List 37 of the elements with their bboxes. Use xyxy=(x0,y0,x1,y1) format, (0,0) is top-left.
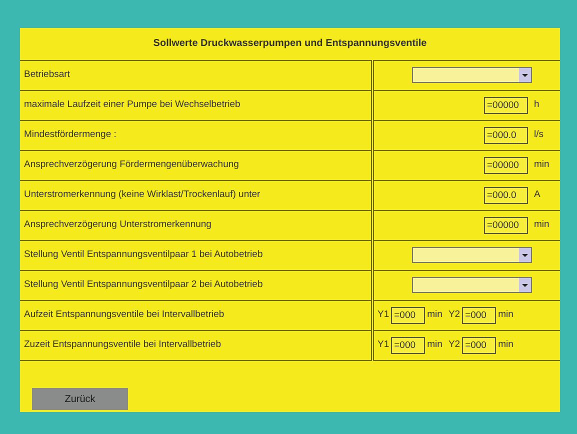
input-field[interactable]: =000 xyxy=(462,336,496,354)
field-label: Stellung Ventil Entspannungsventilpaar 1 bei Autobetrieb xyxy=(24,248,263,260)
dropdown[interactable] xyxy=(412,277,532,293)
interval-label: Y2 xyxy=(448,308,460,322)
unit-label: min xyxy=(427,308,442,322)
input-field[interactable]: =000.0 xyxy=(484,126,528,144)
unit-label: h xyxy=(533,98,540,112)
interval-label: Y1 xyxy=(378,338,390,352)
back-button[interactable]: Zurück xyxy=(32,388,128,410)
interval-label: Y1 xyxy=(378,308,390,322)
unit-label: A xyxy=(533,188,542,202)
input-field[interactable]: =00000 xyxy=(484,216,528,234)
field-label: Stellung Ventil Entspannungsventilpaar 2 bei Autobetrieb xyxy=(24,278,263,290)
unit-label: min xyxy=(533,218,550,232)
field-label: Zuzeit Entspannungsventile bei Intervallbetrieb xyxy=(24,338,221,350)
field-label: Betriebsart xyxy=(24,68,70,80)
field-label: maximale Laufzeit einer Pumpe bei Wechselbetrieb xyxy=(24,98,240,110)
unit-label: min xyxy=(498,308,514,322)
field-label: Ansprechverzögerung Fördermengenüberwachung xyxy=(24,158,239,170)
field-label: Ansprechverzögerung Unterstromerkennung xyxy=(24,218,212,230)
unit-label: min xyxy=(533,158,550,172)
form-title: Sollwerte Druckwasserpumpen und Entspannungsventile xyxy=(153,38,427,50)
interval-label: Y2 xyxy=(448,338,460,352)
input-field[interactable]: =000 xyxy=(391,336,426,354)
field-label: Aufzeit Entspannungsventile bei Intervallbetrieb xyxy=(24,308,224,320)
input-field[interactable]: =00000 xyxy=(484,96,528,114)
dropdown[interactable] xyxy=(412,247,532,263)
input-field[interactable]: =000 xyxy=(391,306,426,324)
field-label: Mindestfördermenge : xyxy=(24,128,116,140)
input-field[interactable]: =00000 xyxy=(484,156,528,174)
field-label: Unterstromerkennung (keine Wirklast/Trockenlauf) unter xyxy=(24,188,260,200)
unit-label: min xyxy=(427,338,442,352)
unit-label: min xyxy=(498,338,514,352)
unit-label: l/s xyxy=(533,128,544,142)
input-field[interactable]: =000 xyxy=(462,306,496,324)
dropdown[interactable] xyxy=(412,67,532,83)
input-field[interactable]: =000.0 xyxy=(484,186,528,204)
